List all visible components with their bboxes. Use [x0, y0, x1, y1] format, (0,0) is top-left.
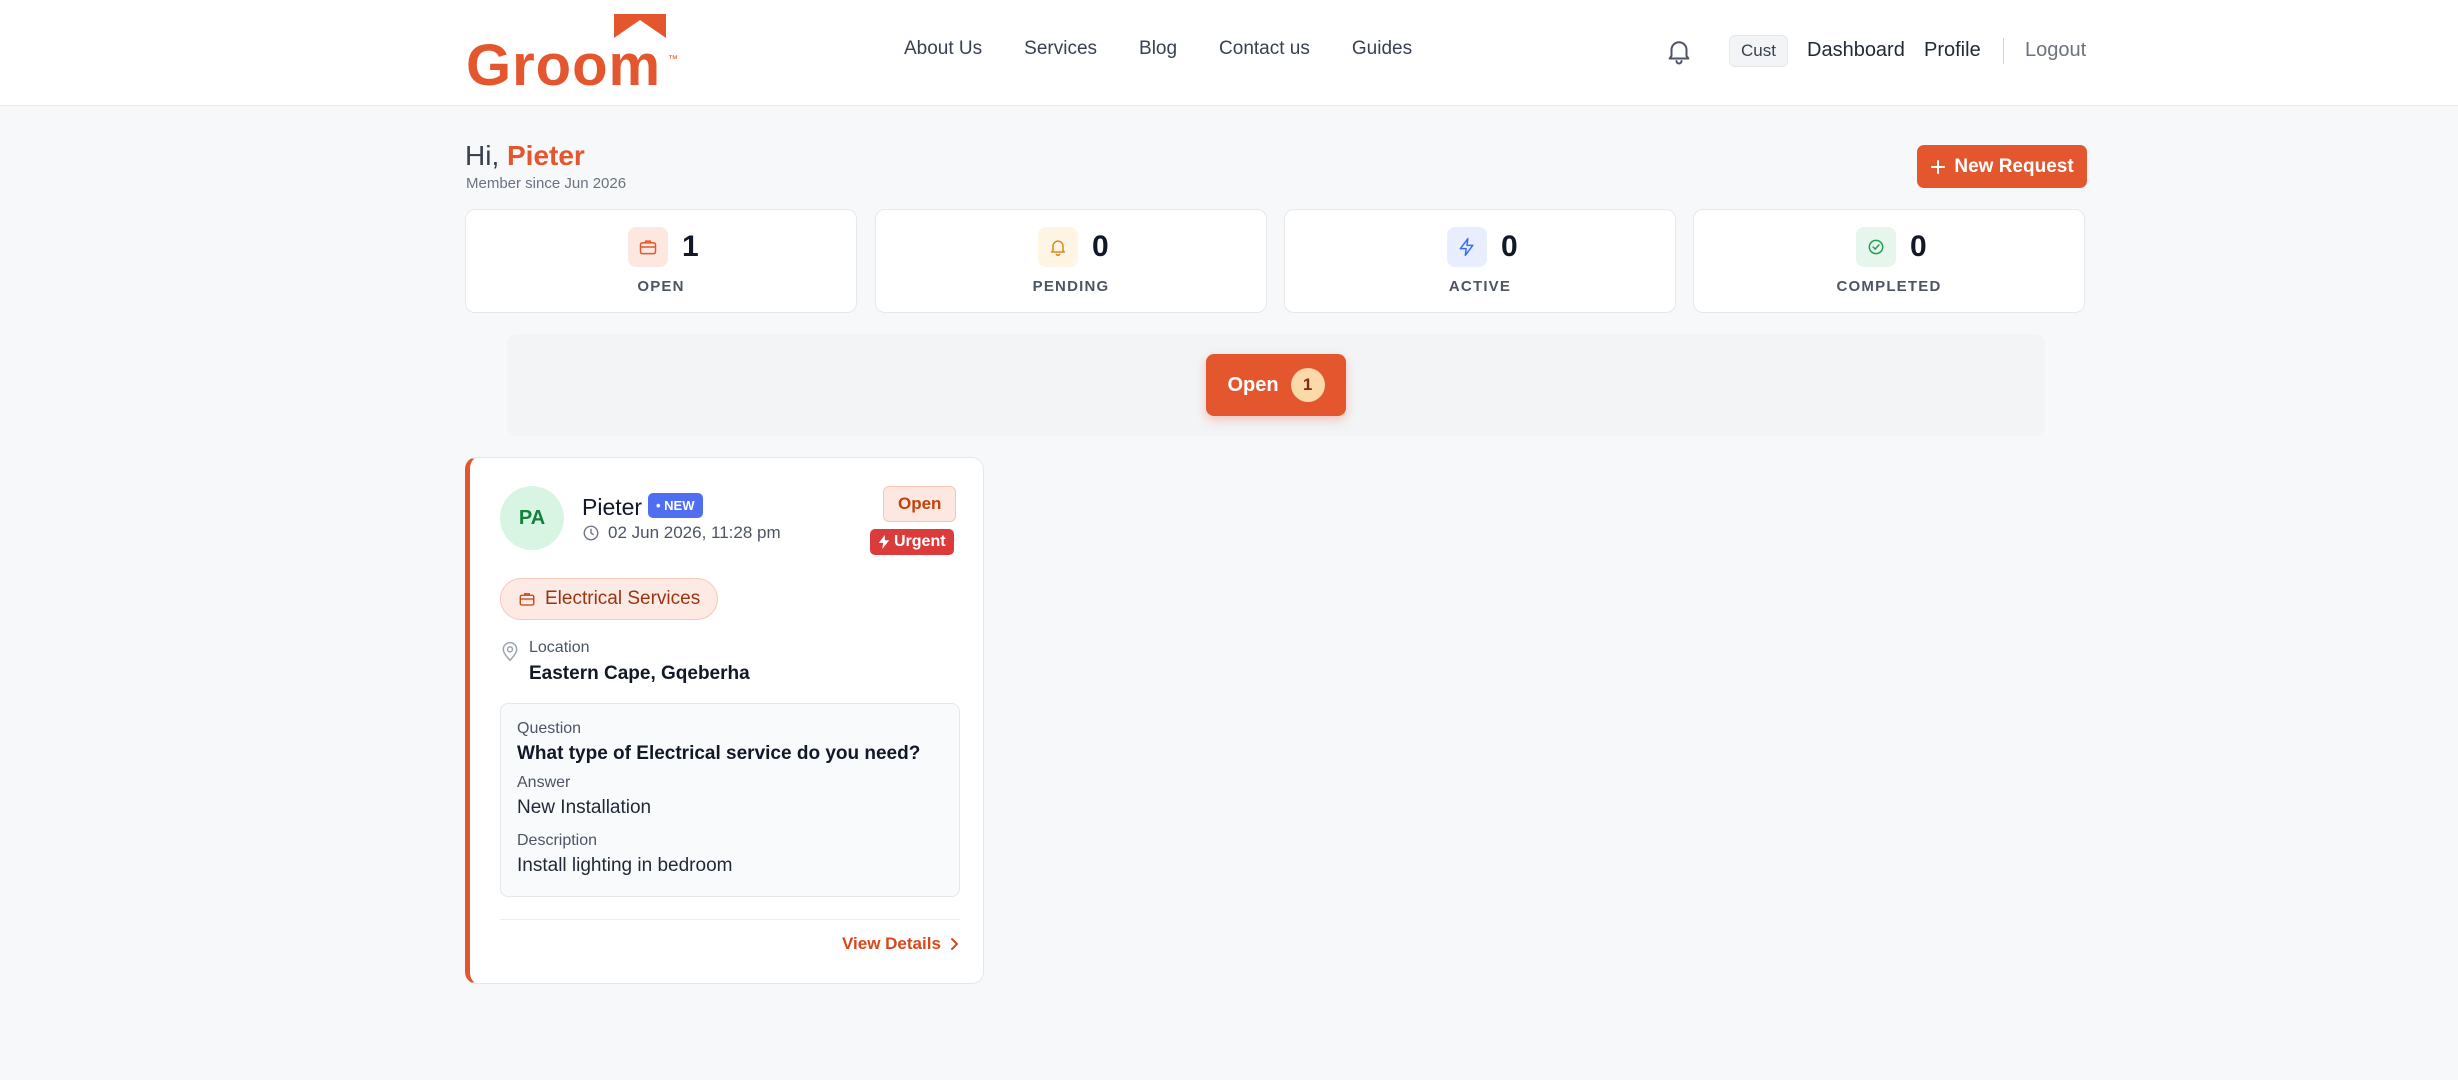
briefcase-icon — [628, 227, 668, 267]
greeting: Hi, Pieter — [465, 140, 585, 172]
description-label: Description — [517, 832, 598, 849]
logo-text: Groom — [466, 33, 662, 98]
stat-value: 0 — [1910, 230, 1927, 263]
question-text: What type of Electrical service do you n… — [517, 743, 921, 764]
nav-blog[interactable]: Blog — [1139, 38, 1177, 60]
check-circle-icon — [1856, 227, 1896, 267]
new-request-label: New Request — [1954, 155, 2074, 177]
stat-card-open: 1 OPEN — [465, 209, 857, 313]
card-divider — [500, 919, 960, 920]
view-details-label: View Details — [842, 934, 941, 953]
stat-card-active: 0 ACTIVE — [1284, 209, 1676, 313]
nav-services[interactable]: Services — [1024, 38, 1097, 60]
logout-link[interactable]: Logout — [2025, 39, 2086, 62]
plus-icon — [1931, 159, 1946, 174]
bolt-icon — [1447, 227, 1487, 267]
stat-card-pending: 0 PENDING — [875, 209, 1267, 313]
nav-guides[interactable]: Guides — [1352, 38, 1412, 60]
filter-tab-label: Open — [1227, 373, 1279, 396]
top-header: Groom ™ About Us Services Blog Contact u… — [0, 0, 2458, 106]
request-date: 02 Jun 2026, 11:28 pm — [582, 523, 781, 543]
stat-label: ACTIVE — [1448, 278, 1512, 295]
new-badge: • NEW — [648, 493, 703, 518]
requester-name: Pieter — [582, 494, 643, 520]
category-label: Electrical Services — [545, 588, 701, 609]
stat-value: 0 — [1501, 230, 1518, 263]
stat-card-completed: 0 COMPLETED — [1693, 209, 2085, 313]
dashboard-link[interactable]: Dashboard — [1807, 39, 1905, 62]
chevron-right-icon — [950, 938, 958, 950]
location-value: Eastern Cape, Gqeberha — [529, 663, 750, 684]
description-text: Install lighting in bedroom — [517, 855, 733, 876]
stat-label: OPEN — [637, 278, 685, 295]
clock-icon — [583, 525, 599, 541]
role-badge: Cust — [1729, 35, 1788, 67]
question-answer-box: Question What type of Electrical service… — [500, 703, 960, 897]
stat-label: COMPLETED — [1836, 278, 1942, 295]
member-since: Member since Jun 2026 — [466, 175, 627, 192]
bell-icon — [1038, 227, 1078, 267]
nav-about-us[interactable]: About Us — [904, 38, 982, 60]
nav-contact-us[interactable]: Contact us — [1219, 38, 1310, 60]
main-nav: About Us Services Blog Contact us Guides — [904, 38, 1412, 60]
filter-count-badge: 1 — [1290, 368, 1325, 402]
question-label: Question — [517, 720, 582, 737]
stat-label: PENDING — [1032, 278, 1110, 295]
greeting-prefix: Hi, — [465, 140, 507, 171]
request-date-text: 02 Jun 2026, 11:28 pm — [608, 523, 781, 542]
profile-link[interactable]: Profile — [1924, 39, 1981, 62]
category-chip: Electrical Services — [500, 578, 719, 620]
answer-label: Answer — [517, 774, 571, 791]
notification-bell-icon[interactable] — [1664, 36, 1694, 66]
location-pin-icon — [502, 641, 518, 662]
request-card: PA Pieter • NEW 02 Jun 2026, 11:28 pm Op… — [465, 457, 984, 984]
bolt-icon — [878, 535, 890, 549]
location-label: Location — [529, 639, 590, 656]
new-request-button[interactable]: New Request — [1917, 145, 2087, 188]
header-divider — [2003, 38, 2004, 64]
filter-tab-open[interactable]: Open 1 — [1206, 354, 1346, 416]
answer-text: New Installation — [517, 797, 652, 818]
urgent-badge: Urgent — [870, 529, 954, 555]
logo-trademark: ™ — [668, 54, 678, 65]
urgent-label: Urgent — [894, 533, 946, 550]
user-name: Pieter — [507, 140, 585, 171]
groom-logo[interactable]: Groom ™ — [466, 14, 678, 96]
status-badge: Open — [883, 486, 957, 522]
stat-value: 1 — [682, 230, 699, 263]
briefcase-icon — [519, 593, 535, 606]
avatar: PA — [500, 486, 564, 550]
view-details-link[interactable]: View Details — [842, 934, 959, 954]
stat-value: 0 — [1092, 230, 1109, 263]
